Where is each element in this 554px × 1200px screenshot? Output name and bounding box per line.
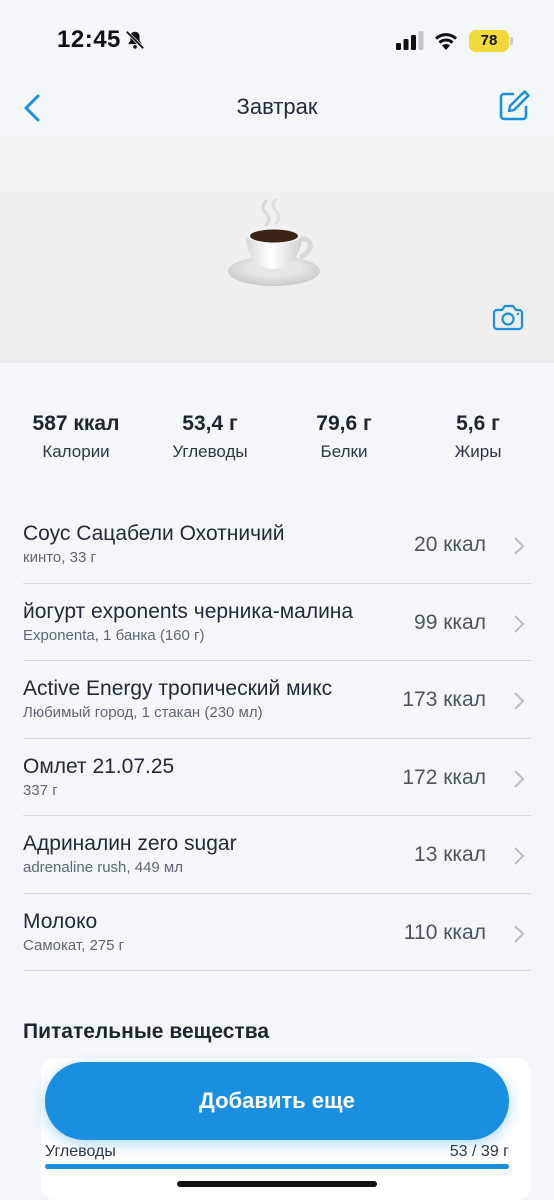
chevron-right-icon xyxy=(514,614,525,633)
summary-label: Углеводы xyxy=(172,442,248,461)
status-bar: 12:45 78 xyxy=(0,0,554,80)
summary-calories: 587 ккал Калории xyxy=(6,412,146,462)
food-detail: 337 г xyxy=(23,781,58,799)
nutrient-progress-bar xyxy=(45,1164,509,1169)
nutrients-title: Питательные вещества xyxy=(23,1020,270,1043)
food-name: Адриналин zero sugar xyxy=(23,832,237,855)
battery-level: 78 xyxy=(469,30,509,52)
nutrient-row: Углеводы 53 / 39 г xyxy=(45,1143,509,1161)
nutrient-value: 53 / 39 г xyxy=(449,1143,509,1160)
chevron-right-icon xyxy=(514,692,525,710)
summary-value: 79,6 г xyxy=(316,412,372,435)
chevron-right-icon xyxy=(514,537,525,555)
camera-icon[interactable] xyxy=(491,303,525,333)
status-time: 12:45 xyxy=(57,26,121,53)
summary-value: 5,6 г xyxy=(456,412,500,435)
food-kcal: 20 ккал xyxy=(414,533,486,556)
summary-label: Жиры xyxy=(454,442,502,461)
bell-off-icon xyxy=(125,30,145,50)
food-item[interactable]: Адриналин zero sugar adrenaline rush, 44… xyxy=(23,816,531,894)
battery-tip xyxy=(510,37,513,45)
chevron-right-icon xyxy=(514,769,525,788)
food-kcal: 99 ккал xyxy=(414,610,486,634)
summary-label: Белки xyxy=(320,442,368,461)
food-list: Соус Сацабели Охотничий кинто, 33 г 20 к… xyxy=(23,506,531,971)
nutrition-summary: 587 ккал Калории 53,4 г Углеводы 79,6 г … xyxy=(0,400,554,470)
food-name: Active Energy тропический микс xyxy=(23,677,333,700)
food-kcal: 13 ккал xyxy=(414,843,486,866)
nav-bar: Завтрак xyxy=(0,80,554,136)
meal-photo xyxy=(0,137,554,363)
cellular-signal-icon xyxy=(396,31,424,50)
add-more-button[interactable]: Добавить еще xyxy=(45,1062,509,1140)
food-detail: Самокат, 275 г xyxy=(23,936,125,954)
food-item[interactable]: Active Energy тропический микс Любимый г… xyxy=(23,661,531,739)
summary-value: 587 ккал xyxy=(32,412,120,435)
home-indicator xyxy=(177,1181,377,1187)
coffee-cup-icon xyxy=(228,199,320,286)
summary-carbs: 53,4 г Углеводы xyxy=(140,412,280,462)
food-name: Соус Сацабели Охотничий xyxy=(23,522,285,545)
food-item[interactable]: Омлет 21.07.25 337 г 172 ккал xyxy=(23,739,531,816)
nutrient-label: Углеводы xyxy=(45,1143,116,1160)
food-detail: Любимый город, 1 стакан (230 мл) xyxy=(23,704,263,721)
food-detail: Exponenta, 1 банка (160 г) xyxy=(23,626,205,644)
page-title: Завтрак xyxy=(236,94,318,119)
food-item[interactable]: Соус Сацабели Охотничий кинто, 33 г 20 к… xyxy=(23,506,531,584)
summary-value: 53,4 г xyxy=(182,412,238,435)
food-item[interactable]: Молоко Самокат, 275 г 110 ккал xyxy=(23,894,531,971)
food-item[interactable]: йогурт exponents черника-малина Exponent… xyxy=(23,584,531,661)
chevron-right-icon xyxy=(514,847,525,865)
food-detail: кинто, 33 г xyxy=(23,549,96,566)
summary-fat: 5,6 г Жиры xyxy=(408,412,548,462)
food-kcal: 110 ккал xyxy=(403,920,486,944)
summary-label: Калории xyxy=(42,442,110,461)
screen: 12:45 78 Завтрак 587 ккал Калории 53,4 г… xyxy=(0,0,554,1200)
food-name: йогурт exponents черника-малина xyxy=(23,599,354,623)
food-detail: adrenaline rush, 449 мл xyxy=(23,859,183,876)
food-name: Омлет 21.07.25 xyxy=(23,754,175,778)
food-kcal: 173 ккал xyxy=(402,688,486,711)
food-kcal: 172 ккал xyxy=(402,765,486,789)
wifi-icon xyxy=(435,33,457,50)
edit-icon[interactable] xyxy=(496,88,532,124)
chevron-right-icon xyxy=(514,924,525,943)
summary-protein: 79,6 г Белки xyxy=(274,412,414,462)
food-name: Молоко xyxy=(23,909,98,933)
